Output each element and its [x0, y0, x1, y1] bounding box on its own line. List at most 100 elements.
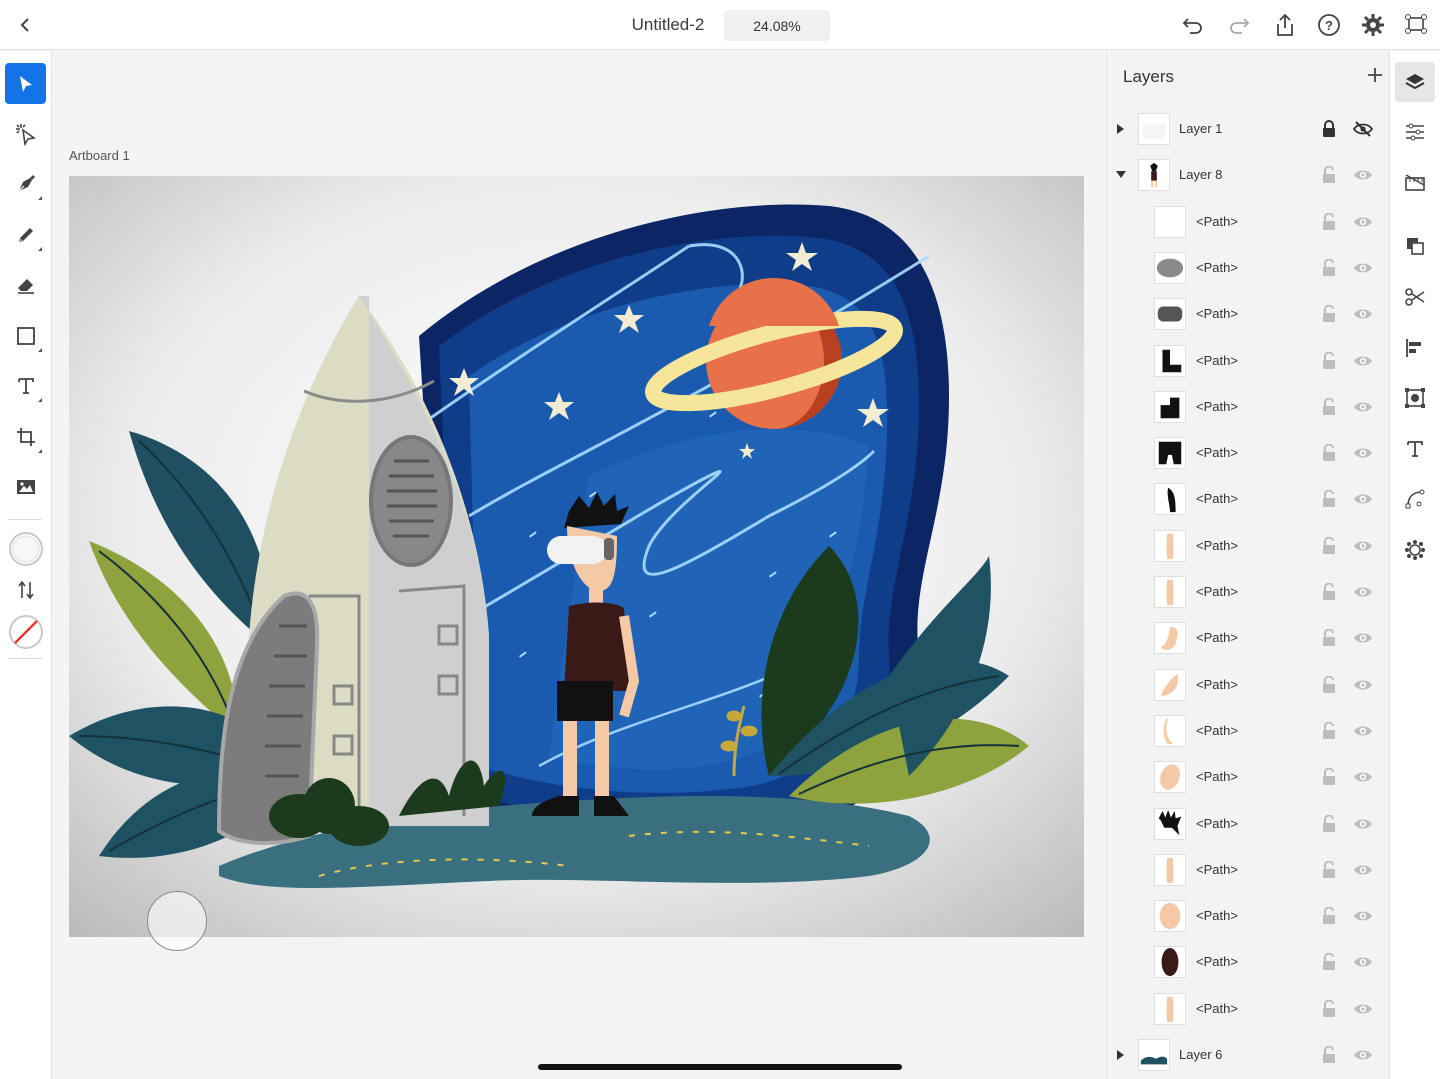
- grid-icon[interactable]: [1395, 163, 1435, 203]
- path-row[interactable]: <Path>: [1107, 246, 1390, 292]
- path-row[interactable]: <Path>: [1107, 339, 1390, 385]
- properties-icon[interactable]: [1395, 112, 1435, 152]
- unlock-icon[interactable]: [1319, 675, 1339, 695]
- unlock-icon[interactable]: [1319, 212, 1339, 232]
- layer-row[interactable]: Layer 8: [1107, 153, 1390, 199]
- path-row[interactable]: <Path>: [1107, 848, 1390, 894]
- eye-icon[interactable]: [1352, 628, 1374, 648]
- eye-icon[interactable]: [1352, 489, 1374, 509]
- type-properties-icon[interactable]: [1395, 429, 1435, 469]
- unlock-icon[interactable]: [1319, 814, 1339, 834]
- path-row[interactable]: <Path>: [1107, 477, 1390, 523]
- repeat-grid-icon[interactable]: [1395, 378, 1435, 418]
- eye-icon[interactable]: [1352, 1045, 1374, 1065]
- canvas-area[interactable]: Artboard 1: [52, 51, 1106, 1079]
- unlock-icon[interactable]: [1319, 489, 1339, 509]
- help-icon[interactable]: ?: [1315, 11, 1343, 39]
- unlock-icon[interactable]: [1319, 258, 1339, 278]
- fill-color-swatch[interactable]: [5, 528, 46, 569]
- caret-down-icon[interactable]: [1114, 168, 1128, 182]
- stroke-none-swatch[interactable]: [5, 611, 46, 652]
- eye-icon[interactable]: [1352, 397, 1374, 417]
- arrange-icon[interactable]: [1395, 226, 1435, 266]
- eye-icon[interactable]: [1352, 721, 1374, 741]
- eye-icon[interactable]: [1352, 443, 1374, 463]
- path-row[interactable]: <Path>: [1107, 292, 1390, 338]
- align-icon[interactable]: [1395, 328, 1435, 368]
- layers-icon[interactable]: [1395, 62, 1435, 102]
- artboard-label[interactable]: Artboard 1: [69, 148, 130, 163]
- unlock-icon[interactable]: [1319, 165, 1339, 185]
- document-title[interactable]: Untitled-2: [620, 15, 716, 35]
- redo-icon[interactable]: [1225, 11, 1253, 39]
- unlock-icon[interactable]: [1319, 952, 1339, 972]
- path-row[interactable]: <Path>: [1107, 755, 1390, 801]
- path-icon[interactable]: [1395, 479, 1435, 519]
- layer-row[interactable]: Layer 6: [1107, 1033, 1390, 1079]
- unlock-icon[interactable]: [1319, 999, 1339, 1019]
- artboard[interactable]: [69, 176, 1084, 937]
- eye-icon[interactable]: [1352, 582, 1374, 602]
- eraser-icon[interactable]: [5, 264, 46, 305]
- path-row[interactable]: <Path>: [1107, 987, 1390, 1033]
- share-icon[interactable]: [1271, 11, 1299, 39]
- add-layer-icon[interactable]: [1365, 65, 1385, 85]
- eye-icon[interactable]: [1352, 814, 1374, 834]
- unlock-icon[interactable]: [1319, 536, 1339, 556]
- direct-select-icon[interactable]: [5, 113, 46, 154]
- gear-icon[interactable]: [1359, 11, 1387, 39]
- path-row[interactable]: <Path>: [1107, 940, 1390, 986]
- eye-icon[interactable]: [1352, 165, 1374, 185]
- path-row[interactable]: <Path>: [1107, 894, 1390, 940]
- pen-icon[interactable]: [5, 163, 46, 204]
- eye-icon[interactable]: [1352, 536, 1374, 556]
- path-row[interactable]: <Path>: [1107, 570, 1390, 616]
- unlock-icon[interactable]: [1319, 628, 1339, 648]
- undo-icon[interactable]: [1179, 11, 1207, 39]
- caret-right-icon[interactable]: [1114, 122, 1128, 136]
- eye-icon[interactable]: [1352, 952, 1374, 972]
- layer-row[interactable]: Layer 1: [1107, 107, 1390, 153]
- unlock-icon[interactable]: [1319, 721, 1339, 741]
- eye-icon[interactable]: [1352, 304, 1374, 324]
- unlock-icon[interactable]: [1319, 860, 1339, 880]
- unlock-icon[interactable]: [1319, 304, 1339, 324]
- unlock-icon[interactable]: [1319, 1045, 1339, 1065]
- pencil-icon[interactable]: [5, 214, 46, 255]
- eye-icon[interactable]: [1352, 351, 1374, 371]
- type-icon[interactable]: [5, 365, 46, 406]
- symbols-icon[interactable]: [1395, 530, 1435, 570]
- touch-shortcut-button[interactable]: [147, 891, 207, 951]
- unlock-icon[interactable]: [1319, 397, 1339, 417]
- artboards-icon[interactable]: [1403, 11, 1431, 39]
- scissors-icon[interactable]: [1395, 277, 1435, 317]
- eye-icon[interactable]: [1352, 675, 1374, 695]
- image-icon[interactable]: [5, 466, 46, 507]
- unlock-icon[interactable]: [1319, 443, 1339, 463]
- chevron-left-icon[interactable]: [12, 12, 38, 38]
- path-row[interactable]: <Path>: [1107, 200, 1390, 246]
- select-icon[interactable]: [5, 63, 46, 104]
- path-row[interactable]: <Path>: [1107, 663, 1390, 709]
- path-row[interactable]: <Path>: [1107, 431, 1390, 477]
- eye-icon[interactable]: [1352, 767, 1374, 787]
- path-row[interactable]: <Path>: [1107, 616, 1390, 662]
- zoom-level[interactable]: 24.08%: [724, 10, 830, 41]
- path-row[interactable]: <Path>: [1107, 385, 1390, 431]
- rectangle-icon[interactable]: [5, 315, 46, 356]
- unlock-icon[interactable]: [1319, 906, 1339, 926]
- eye-off-icon[interactable]: [1352, 119, 1374, 139]
- path-row[interactable]: <Path>: [1107, 802, 1390, 848]
- caret-right-icon[interactable]: [1114, 1048, 1128, 1062]
- path-row[interactable]: <Path>: [1107, 524, 1390, 570]
- eye-icon[interactable]: [1352, 860, 1374, 880]
- unlock-icon[interactable]: [1319, 582, 1339, 602]
- eye-icon[interactable]: [1352, 906, 1374, 926]
- eye-icon[interactable]: [1352, 999, 1374, 1019]
- swap-colors-icon[interactable]: [5, 569, 46, 610]
- transform-icon[interactable]: [5, 416, 46, 457]
- path-row[interactable]: <Path>: [1107, 709, 1390, 755]
- eye-icon[interactable]: [1352, 258, 1374, 278]
- unlock-icon[interactable]: [1319, 351, 1339, 371]
- lock-icon[interactable]: [1319, 119, 1339, 139]
